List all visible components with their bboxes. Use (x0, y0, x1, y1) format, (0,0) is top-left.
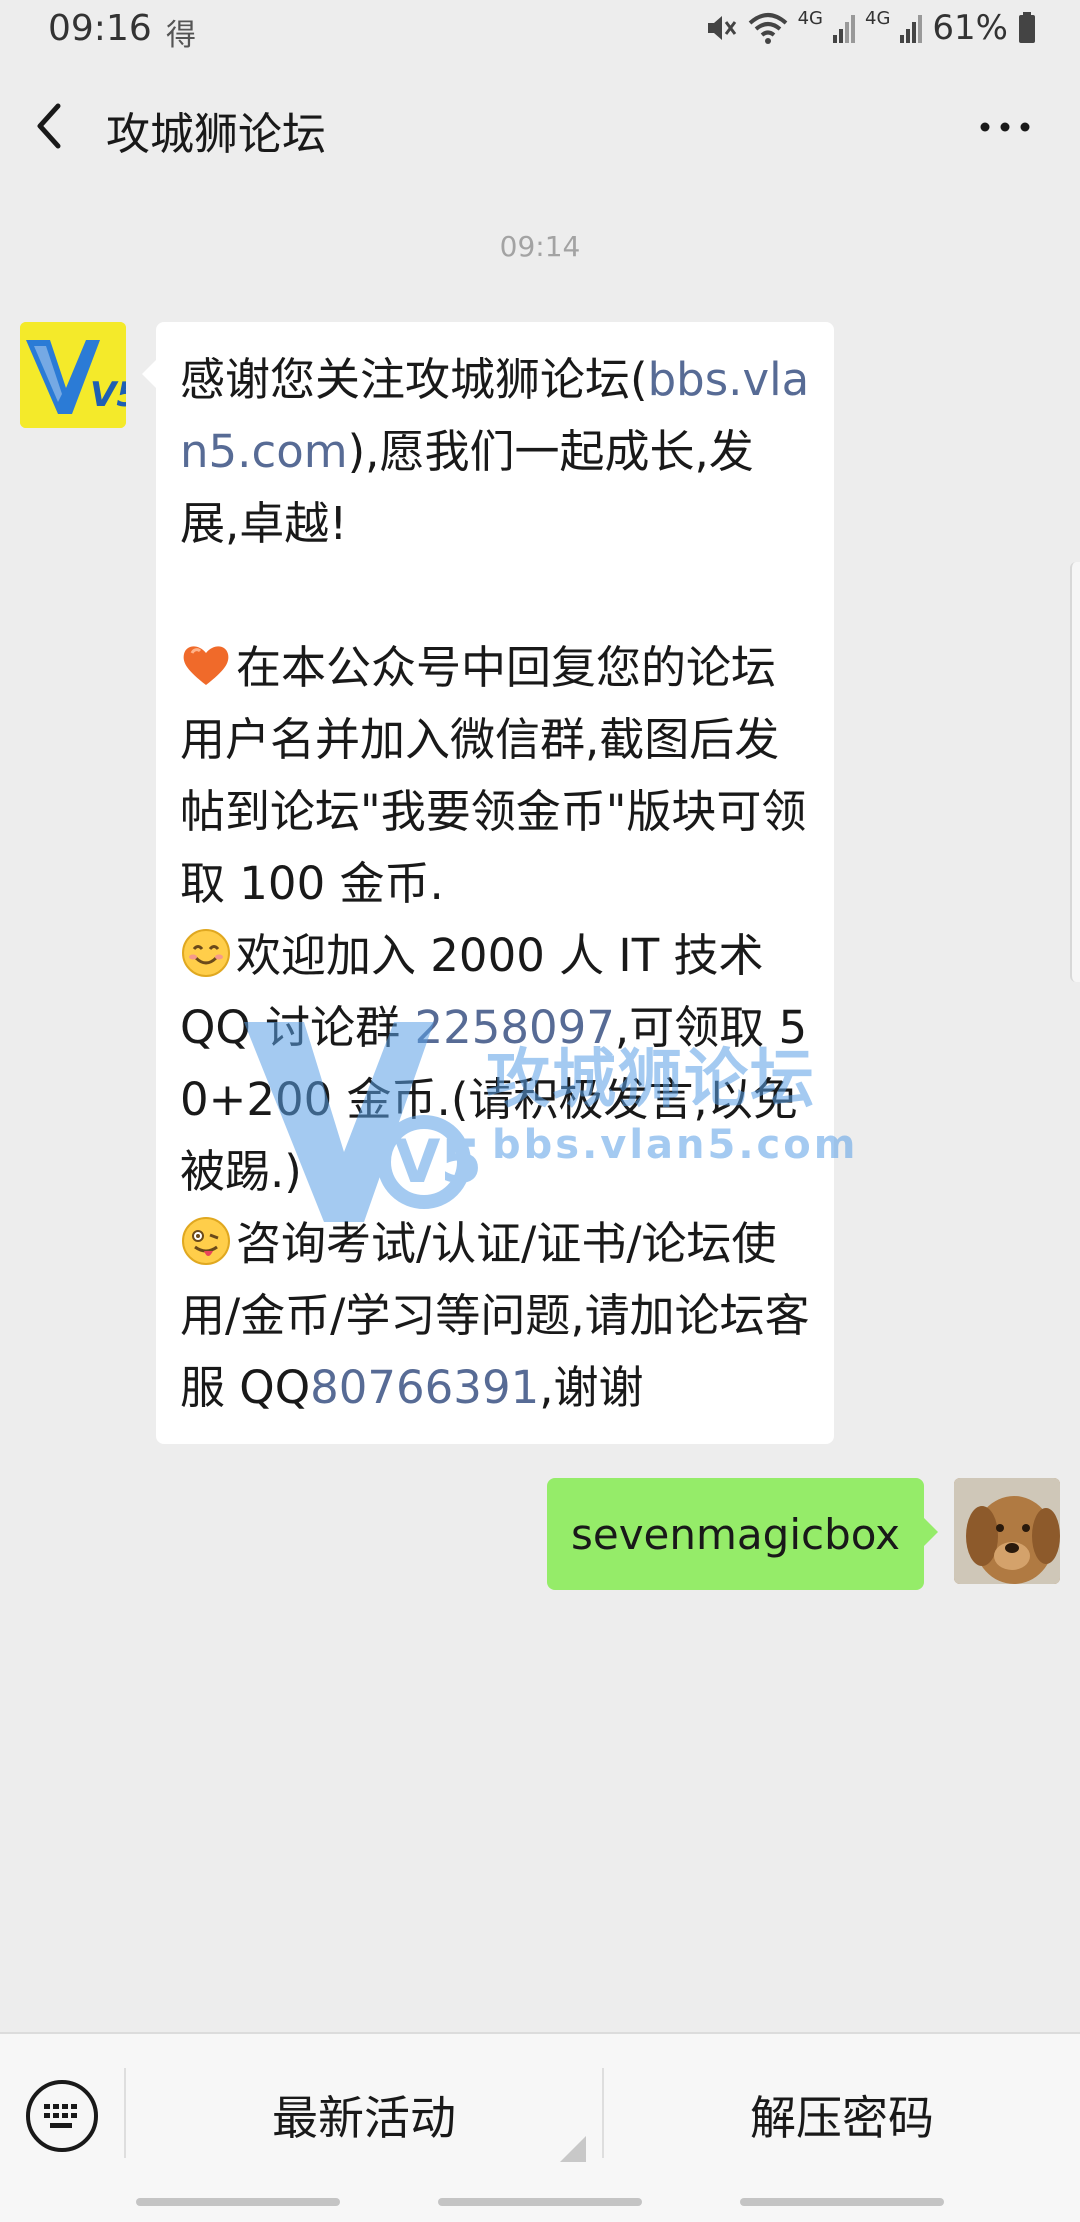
nav-gesture-hint-2 (438, 2198, 642, 2206)
message-paragraph-1: 感谢您关注攻城狮论坛(bbs.vlan5.com),愿我们一起成长,发展,卓越! (180, 344, 810, 560)
message-paragraph-4: 咨询考试/认证/证书/论坛使用/金币/学习等问题,请加论坛客服 QQ807663… (180, 1208, 810, 1424)
battery-percent: 61% (932, 8, 1008, 48)
edge-panel-handle[interactable] (1070, 562, 1080, 982)
message-paragraph-3: 欢迎加入 2000 人 IT 技术 QQ 讨论群 2258097,可领取 50+… (180, 920, 810, 1208)
dog-avatar-image (954, 1478, 1060, 1584)
submenu-indicator-icon (560, 2136, 586, 2162)
p4-text-b: ,谢谢 (539, 1361, 644, 1414)
wifi-icon (748, 11, 788, 45)
chat-area[interactable]: 09:14 V5 感谢您关注攻城狮论坛(bbs.vlan5.com),愿我们一起… (0, 192, 1080, 2032)
signal-bars-icon (833, 13, 856, 43)
keyboard-icon (26, 2080, 98, 2152)
signal-4g-icon: 4G (797, 7, 824, 29)
page-title: 攻城狮论坛 (106, 109, 326, 160)
battery-icon (1018, 12, 1036, 44)
message-timestamp: 09:14 (499, 230, 581, 263)
bottom-menu-bar: 最新活动 解压密码 (0, 2032, 1080, 2222)
more-dots-icon (980, 122, 1030, 132)
keyboard-toggle-button[interactable] (20, 2074, 104, 2158)
sent-message-bubble[interactable]: sevenmagicbox (546, 1478, 939, 1590)
received-message-bubble[interactable]: 感谢您关注攻城狮论坛(bbs.vlan5.com),愿我们一起成长,发展,卓越!… (142, 322, 834, 1444)
p1-text-a: 感谢您关注攻城狮论坛( (180, 353, 648, 406)
v5-logo-icon: V5 (20, 322, 126, 428)
official-account-avatar[interactable]: V5 (20, 322, 126, 428)
nav-gesture-hint-3 (740, 2198, 944, 2206)
back-arrow-icon (37, 103, 61, 149)
qq-service-link[interactable]: 80766391 (310, 1361, 539, 1414)
menu-item-latest-events[interactable]: 最新活动 (126, 2070, 602, 2160)
back-button[interactable] (22, 90, 82, 162)
winking-tongue-emoji-icon (182, 1217, 230, 1265)
mute-icon (704, 11, 738, 45)
heart-emoji-icon (183, 646, 229, 685)
sent-message-text: sevenmagicbox (570, 1509, 900, 1559)
user-avatar[interactable] (954, 1478, 1060, 1584)
status-bar: 09:16 得 4G 4G 61% (0, 0, 1080, 62)
signal-4g-icon-2: 4G (865, 7, 891, 29)
top-bar: 攻城狮论坛 (0, 62, 1080, 192)
notification-app-icon: 得 (166, 18, 196, 53)
v5-logo-text: V5 (90, 375, 126, 415)
nav-gesture-hint-1 (136, 2198, 340, 2206)
more-options-button[interactable] (970, 102, 1040, 152)
status-indicators: 4G 4G 61% (704, 8, 1036, 48)
p2-text: 在本公众号中回复您的论坛用户名并加入微信群,截图后发帖到论坛"我要领金币"版块可… (180, 641, 807, 910)
status-time: 09:16 (48, 8, 152, 49)
qq-group-link[interactable]: 2258097 (414, 1001, 614, 1054)
message-paragraph-2: 在本公众号中回复您的论坛用户名并加入微信群,截图后发帖到论坛"我要领金币"版块可… (180, 632, 810, 920)
signal-bars-icon-2 (900, 13, 923, 43)
smiling-emoji-icon (182, 929, 230, 977)
menu-item-unzip-password[interactable]: 解压密码 (604, 2070, 1080, 2160)
